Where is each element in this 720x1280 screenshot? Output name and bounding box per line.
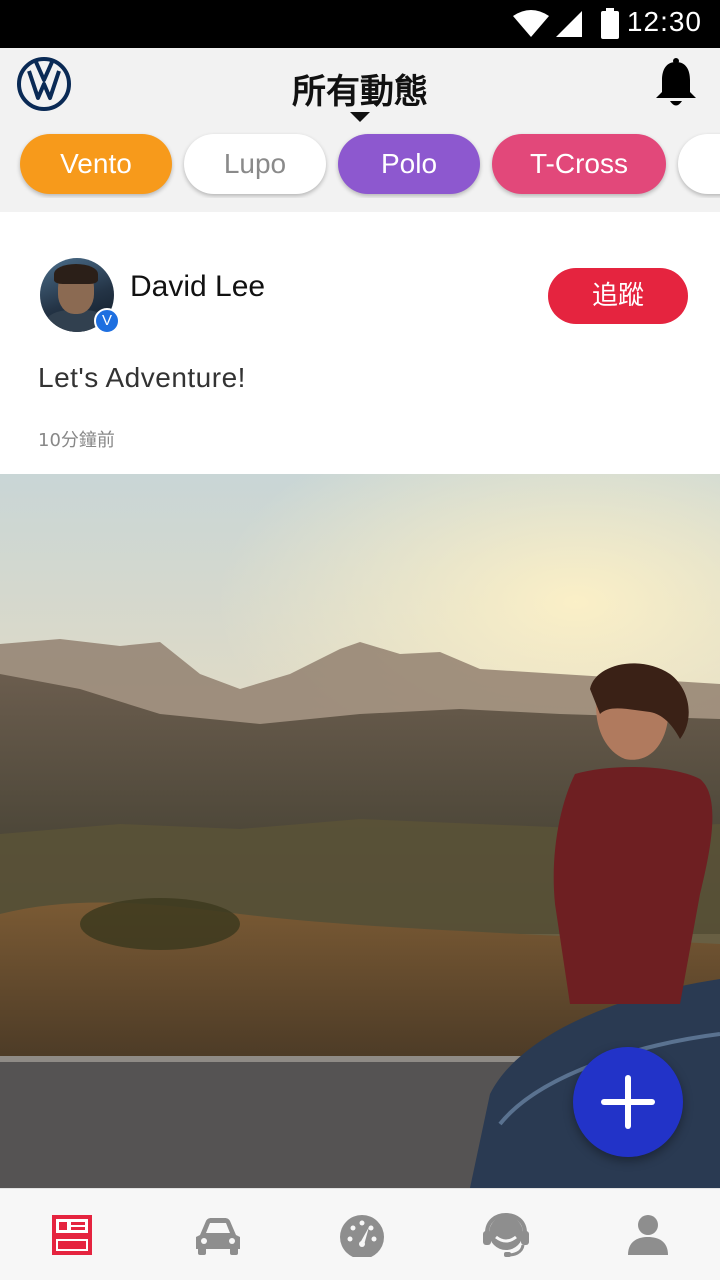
model-filter-chips: Vento Lupo Polo T-Cross [0,132,720,198]
chip-polo[interactable]: Polo [338,134,480,194]
battery-icon [601,8,619,39]
car-icon [196,1218,240,1255]
nav-item-feed[interactable] [0,1189,144,1280]
chip-t-cross[interactable]: T-Cross [492,134,666,194]
nav-item-profile[interactable] [576,1189,720,1280]
follow-button[interactable]: 追蹤 [548,268,688,324]
chip-lupo[interactable]: Lupo [184,134,326,194]
nav-item-support[interactable] [432,1189,576,1280]
verified-badge-icon: V [94,308,120,334]
status-time: 12:30 [626,6,702,37]
post-author[interactable]: David Lee [130,270,265,304]
wifi-icon [513,10,549,37]
cellular-signal-icon [556,11,582,37]
chip-more[interactable] [678,134,720,194]
bottom-navigation [0,1188,720,1280]
post-card: V David Lee 追蹤 Let's Adventure! 10分鐘前 [0,212,720,474]
bell-icon[interactable] [652,58,700,110]
create-post-button[interactable] [573,1047,683,1157]
news-feed-icon [52,1215,92,1255]
nav-item-car[interactable] [144,1189,288,1280]
post-text: Let's Adventure! [38,362,246,393]
status-bar: 12:30 [0,0,720,48]
support-headset-icon [483,1213,529,1257]
profile-icon [628,1215,668,1255]
dashboard-gauge-icon [340,1215,384,1257]
page-title[interactable]: 所有動態 [0,64,720,113]
post-timestamp: 10分鐘前 [38,430,115,451]
app-header: 所有動態 [0,48,720,130]
nav-item-dashboard[interactable] [288,1189,432,1280]
chip-vento[interactable]: Vento [20,134,172,194]
chevron-down-icon[interactable] [350,112,370,122]
app-screen: 12:30 所有動態 Vento Lupo Polo T-Cross V Dav… [0,0,720,1280]
